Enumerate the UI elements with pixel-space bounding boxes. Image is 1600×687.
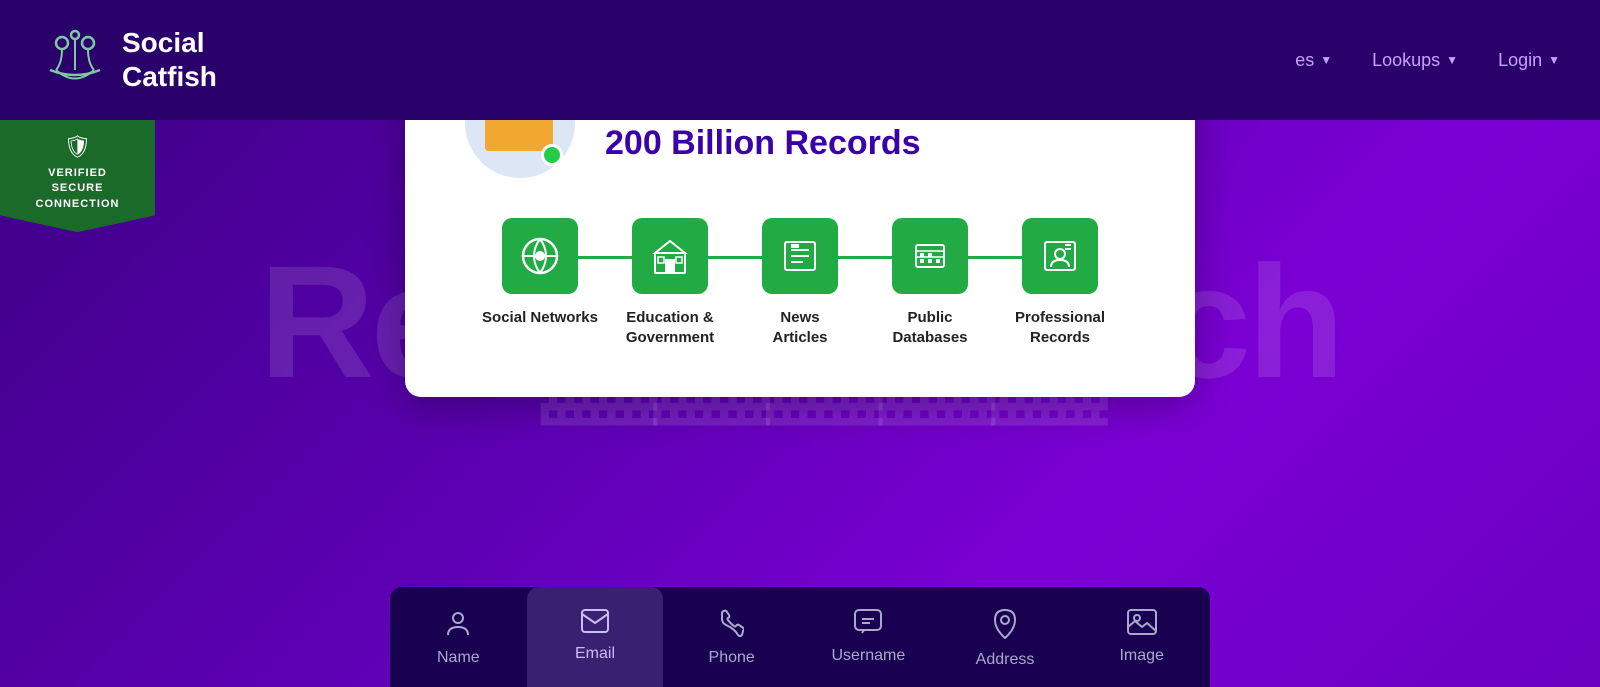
tab-phone-label: Phone [709,649,755,667]
nav-item-lookups[interactable]: Lookups ▼ [1372,50,1458,71]
education-government-icon [651,237,689,275]
chevron-down-icon: ▼ [1320,53,1332,67]
logo-area[interactable]: Social Catfish [40,25,217,95]
step-public-databases: PublicDatabases [865,218,995,347]
logo-text: Social Catfish [122,26,217,93]
step-professional-records: ProfessionalRecords [995,218,1125,347]
header-nav: es ▼ Lookups ▼ Login ▼ [1295,50,1560,71]
step-social-networks: Social Networks [475,218,605,328]
step-label-news: NewsArticles [772,308,827,347]
step-label-social: Social Networks [482,308,598,328]
tab-image-label: Image [1119,647,1163,665]
person-icon [444,609,472,641]
tab-name-label: Name [437,649,480,667]
chat-icon [854,609,882,639]
phone-icon [720,609,744,641]
tab-address-label: Address [976,651,1035,669]
step-label-databases: PublicDatabases [892,308,967,347]
shield-icon: 🛡 [10,134,145,160]
public-databases-icon-box [892,218,968,294]
location-icon [994,609,1016,643]
tab-name[interactable]: Name [390,587,527,687]
chevron-down-icon: ▼ [1446,53,1458,67]
step-label-professional: ProfessionalRecords [1015,308,1105,347]
tab-image[interactable]: Image [1073,587,1210,687]
nav-item-services[interactable]: es ▼ [1295,50,1332,71]
verified-badge: 🛡 VERIFIED SECURE CONNECTION [0,120,155,232]
public-databases-icon [911,237,949,275]
step-education-government: Education &Government [605,218,735,347]
professional-records-icon [1041,237,1079,275]
steps-row: Social Networks Education &Government [465,218,1135,347]
social-networks-icon [521,237,559,275]
email-icon [581,609,609,637]
tab-username-label: Username [831,647,905,665]
step-news-articles: NewsArticles [735,218,865,347]
tab-address[interactable]: Address [937,587,1074,687]
image-icon [1127,609,1157,639]
education-government-icon-box [632,218,708,294]
tab-username[interactable]: Username [800,587,937,687]
news-articles-icon-box [762,218,838,294]
header: Social Catfish es ▼ Lookups ▼ Login ▼ [0,0,1600,120]
green-dot [541,144,563,166]
nav-item-login[interactable]: Login ▼ [1498,50,1560,71]
step-label-education: Education &Government [626,308,714,347]
tab-email-label: Email [575,645,615,663]
chevron-down-icon: ▼ [1548,53,1560,67]
logo-icon [40,25,110,95]
news-articles-icon [781,237,819,275]
professional-records-icon-box [1022,218,1098,294]
tab-phone[interactable]: Phone [663,587,800,687]
social-networks-icon-box [502,218,578,294]
tab-email[interactable]: Email [527,587,664,687]
verified-text: VERIFIED SECURE CONNECTION [10,166,145,212]
bottom-tabs: Name Email Phone Userna [390,587,1210,687]
